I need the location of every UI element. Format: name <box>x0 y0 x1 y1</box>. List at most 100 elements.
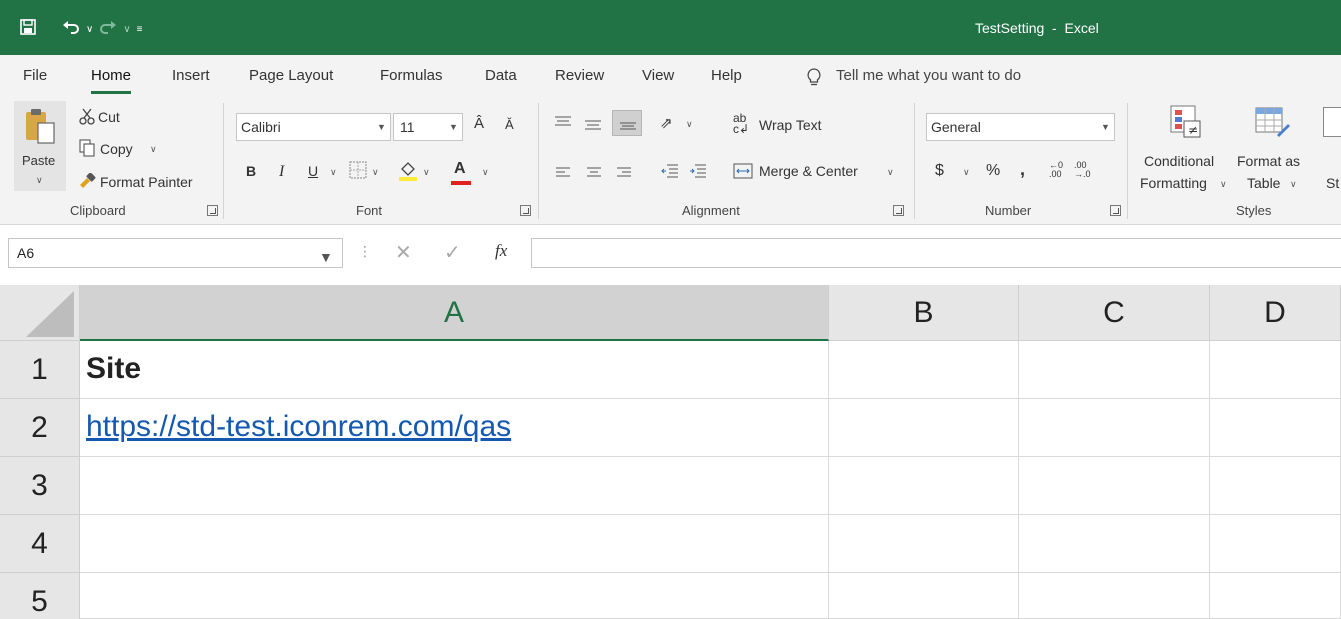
row-header-4[interactable]: 4 <box>0 515 80 573</box>
underline-button[interactable]: U <box>308 163 318 179</box>
align-middle-icon[interactable] <box>584 117 602 134</box>
percent-button[interactable]: % <box>986 162 1000 180</box>
paste-button[interactable]: Paste ∨ <box>14 101 66 191</box>
paste-dropdown-icon[interactable]: ∨ <box>36 175 43 186</box>
cell-b5[interactable] <box>829 573 1019 619</box>
cell-a2[interactable]: https://std-test.iconrem.com/qas <box>80 399 829 457</box>
tab-help[interactable]: Help <box>711 67 742 84</box>
chevron-down-icon[interactable]: ▼ <box>319 249 333 265</box>
merge-dropdown-icon[interactable]: ∨ <box>887 167 894 178</box>
tab-page-layout[interactable]: Page Layout <box>249 67 333 84</box>
column-header-a[interactable]: A <box>80 285 829 341</box>
number-launcher-icon[interactable] <box>1110 205 1121 216</box>
cell-d2[interactable] <box>1210 399 1341 457</box>
cell-d4[interactable] <box>1210 515 1341 573</box>
cell-c5[interactable] <box>1019 573 1210 619</box>
cell-a1[interactable]: Site <box>80 341 829 399</box>
decrease-indent-icon[interactable] <box>661 163 679 182</box>
font-size-select[interactable]: 11 ▼ <box>393 113 463 141</box>
borders-icon[interactable] <box>349 161 367 182</box>
format-painter-button[interactable]: Format Painter <box>100 174 193 190</box>
align-bottom-button[interactable] <box>612 110 642 136</box>
name-box[interactable]: A6 ▼ <box>8 238 343 268</box>
redo-icon[interactable] <box>99 19 117 40</box>
decrease-decimal-icon[interactable]: .00 →.0 <box>1074 161 1091 179</box>
alignment-launcher-icon[interactable] <box>893 205 904 216</box>
select-all-button[interactable] <box>0 285 80 341</box>
redo-dropdown-icon[interactable]: ∨ <box>123 21 130 39</box>
cell-d3[interactable] <box>1210 457 1341 515</box>
format-as-table-dropdown-icon[interactable]: ∨ <box>1290 179 1297 190</box>
italic-button[interactable]: I <box>279 163 284 181</box>
conditional-formatting-dropdown-icon[interactable]: ∨ <box>1220 179 1227 190</box>
increase-font-size-icon[interactable]: Â <box>474 115 484 132</box>
cell-b3[interactable] <box>829 457 1019 515</box>
merge-center-button[interactable]: Merge & Center <box>759 163 858 179</box>
column-header-c[interactable]: C <box>1019 285 1210 341</box>
number-format-select[interactable]: General ▼ <box>926 113 1115 141</box>
column-header-d[interactable]: D <box>1210 285 1341 341</box>
cell-a4[interactable] <box>80 515 829 573</box>
font-launcher-icon[interactable] <box>520 205 531 216</box>
wrap-text-button[interactable]: Wrap Text <box>759 117 822 133</box>
cell-b2[interactable] <box>829 399 1019 457</box>
tab-data[interactable]: Data <box>485 67 517 84</box>
copy-dropdown-icon[interactable]: ∨ <box>150 144 157 155</box>
increase-indent-icon[interactable] <box>689 163 707 182</box>
align-left-icon[interactable] <box>555 165 571 181</box>
enter-icon[interactable]: ✓ <box>444 240 461 265</box>
bold-button[interactable]: B <box>246 163 256 179</box>
tell-me-search[interactable]: Tell me what you want to do <box>836 67 1021 84</box>
column-header-b[interactable]: B <box>829 285 1019 341</box>
row-header-1[interactable]: 1 <box>0 341 80 399</box>
cancel-icon[interactable]: ✕ <box>395 240 412 265</box>
comma-button[interactable]: , <box>1020 159 1025 180</box>
clipboard-launcher-icon[interactable] <box>207 205 218 216</box>
formula-input[interactable] <box>531 238 1341 268</box>
format-as-table-label-1[interactable]: Format as <box>1237 153 1300 169</box>
undo-dropdown-icon[interactable]: ∨ <box>86 21 93 39</box>
cell-a5[interactable] <box>80 573 829 619</box>
save-icon[interactable] <box>20 19 36 40</box>
cell-c3[interactable] <box>1019 457 1210 515</box>
underline-dropdown-icon[interactable]: ∨ <box>330 167 337 178</box>
conditional-formatting-label-1[interactable]: Conditional <box>1144 153 1214 169</box>
tab-insert[interactable]: Insert <box>172 67 210 84</box>
cell-c4[interactable] <box>1019 515 1210 573</box>
cell-c2[interactable] <box>1019 399 1210 457</box>
currency-dropdown-icon[interactable]: ∨ <box>963 167 970 178</box>
font-color-button[interactable]: A <box>454 160 466 178</box>
cell-d1[interactable] <box>1210 341 1341 399</box>
insert-function-button[interactable]: fx <box>495 241 507 261</box>
orientation-dropdown-icon[interactable]: ∨ <box>686 119 693 130</box>
conditional-formatting-label-2[interactable]: Formatting <box>1140 175 1207 191</box>
undo-icon[interactable] <box>62 19 80 40</box>
cell-styles-label[interactable]: St <box>1326 175 1339 191</box>
cell-b4[interactable] <box>829 515 1019 573</box>
font-color-dropdown-icon[interactable]: ∨ <box>482 167 489 178</box>
row-header-5[interactable]: 5 <box>0 573 80 619</box>
orientation-icon[interactable]: ⇗ <box>660 114 673 132</box>
tab-file[interactable]: File <box>23 67 47 84</box>
borders-dropdown-icon[interactable]: ∨ <box>372 167 379 178</box>
tab-view[interactable]: View <box>642 67 674 84</box>
currency-button[interactable]: $ <box>935 162 944 180</box>
fill-color-icon[interactable] <box>397 159 419 184</box>
cut-button[interactable]: Cut <box>98 109 120 125</box>
cell-d5[interactable] <box>1210 573 1341 619</box>
cell-a3[interactable] <box>80 457 829 515</box>
copy-button[interactable]: Copy <box>100 141 133 157</box>
font-name-select[interactable]: Calibri ▼ <box>236 113 391 141</box>
tab-home[interactable]: Home <box>91 67 132 94</box>
tab-review[interactable]: Review <box>555 67 604 84</box>
row-header-3[interactable]: 3 <box>0 457 80 515</box>
cell-c1[interactable] <box>1019 341 1210 399</box>
align-center-icon[interactable] <box>586 165 602 181</box>
cell-b1[interactable] <box>829 341 1019 399</box>
customize-toolbar-icon[interactable]: ≡ <box>137 21 143 39</box>
increase-decimal-icon[interactable]: ←0.00 <box>1049 161 1063 179</box>
decrease-font-size-icon[interactable]: Ǎ <box>505 117 514 132</box>
fill-color-dropdown-icon[interactable]: ∨ <box>423 167 430 178</box>
align-right-icon[interactable] <box>616 165 632 181</box>
align-top-icon[interactable] <box>554 115 572 132</box>
